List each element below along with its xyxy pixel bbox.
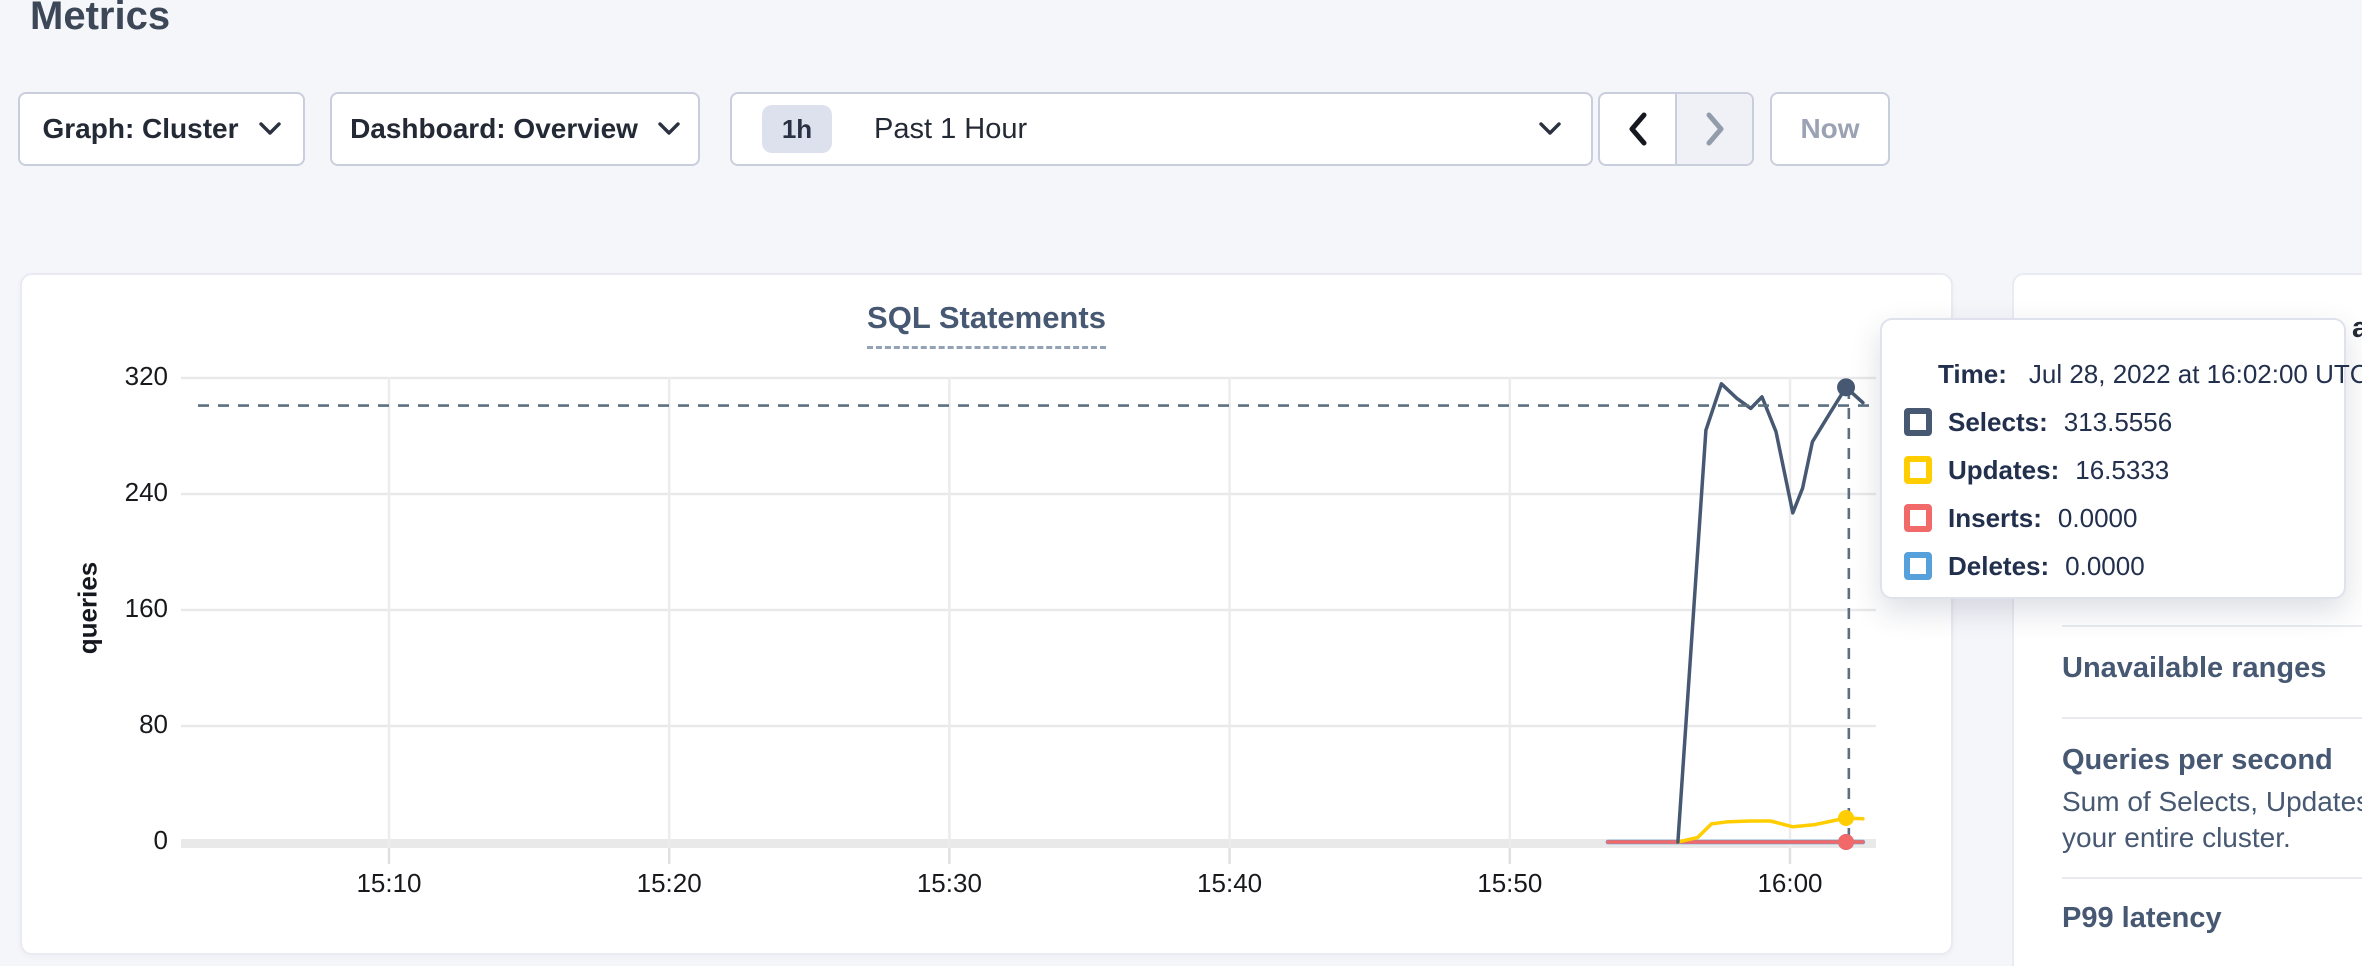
sidebar-item-unavailable-ranges: Unavailable ranges	[2062, 652, 2326, 685]
tooltip-series-value: 313.5556	[2064, 407, 2172, 438]
tooltip-series-value: 0.0000	[2065, 551, 2145, 582]
y-tick-label: 0	[58, 825, 168, 856]
chevron-down-icon	[658, 122, 680, 136]
chevron-down-icon	[259, 122, 281, 136]
graph-dropdown[interactable]: Graph: Cluster	[18, 92, 305, 166]
chevron-right-icon	[1703, 111, 1727, 147]
series-swatch-icon	[1904, 504, 1932, 532]
series-swatch-icon	[1904, 456, 1932, 484]
x-tick-label: 15:10	[319, 868, 459, 899]
tooltip-time-label: Time:	[1938, 359, 2007, 390]
sidebar-item-description: Sum of Selects, Updates, Inser	[2062, 786, 2362, 818]
chevron-left-icon	[1626, 111, 1650, 147]
tooltip-row-updates: Updates: 16.5333	[1904, 446, 2344, 494]
time-pager	[1598, 92, 1754, 166]
tooltip-series-label: Updates:	[1948, 455, 2059, 486]
metrics-page: Metrics Graph: Cluster Dashboard: Overvi…	[0, 0, 2362, 966]
y-tick-label: 320	[58, 361, 168, 392]
page-title: Metrics	[30, 0, 170, 39]
y-tick-label: 160	[58, 593, 168, 624]
x-tick-label: 15:50	[1440, 868, 1580, 899]
x-tick-label: 15:30	[879, 868, 1019, 899]
series-swatch-icon	[1904, 552, 1932, 580]
tooltip-series-value: 0.0000	[2058, 503, 2138, 534]
plot-area[interactable]	[181, 372, 1876, 842]
sidebar-divider	[2062, 625, 2362, 627]
chart-hover-tooltip: Time: Jul 28, 2022 at 16:02:00 UTC Selec…	[1880, 318, 2346, 599]
x-tick-label: 15:20	[599, 868, 739, 899]
y-tick-label: 80	[58, 709, 168, 740]
dashboard-dropdown[interactable]: Dashboard: Overview	[330, 92, 700, 166]
series-swatch-icon	[1904, 408, 1932, 436]
tooltip-series-rows: Selects: 313.5556Updates: 16.5333 Inserts: 0…	[1904, 398, 2344, 590]
tooltip-time-row: Time: Jul 28, 2022 at 16:02:00 UTC	[1938, 350, 2344, 398]
x-tick-label: 16:00	[1720, 868, 1860, 899]
chart-title[interactable]: SQL Statements	[867, 300, 1106, 349]
graph-dropdown-label: Graph: Cluster	[42, 113, 238, 145]
time-range-label: Past 1 Hour	[874, 113, 1027, 146]
time-range-badge: 1h	[762, 105, 832, 153]
sidebar-divider	[2062, 717, 2362, 719]
next-time-button[interactable]	[1675, 94, 1752, 164]
tooltip-series-label: Deletes:	[1948, 551, 2049, 582]
sidebar-item-description: your entire cluster.	[2062, 822, 2291, 854]
tooltip-series-label: Inserts:	[1948, 503, 2042, 534]
chevron-down-icon	[1539, 122, 1561, 136]
sidebar-item-queries-per-second: Queries per second	[2062, 744, 2333, 777]
y-tick-label: 240	[58, 477, 168, 508]
tooltip-series-label: Selects:	[1948, 407, 2048, 438]
tooltip-row-selects: Selects: 313.5556	[1904, 398, 2344, 446]
tooltip-time-value: Jul 28, 2022 at 16:02:00 UTC	[2029, 359, 2362, 390]
clipped-sidebar-text: a	[2352, 312, 2362, 345]
chart-title-wrap: SQL Statements	[20, 300, 1953, 349]
x-tick-label: 15:40	[1160, 868, 1300, 899]
time-range-dropdown[interactable]: 1h Past 1 Hour	[730, 92, 1593, 166]
sidebar-divider	[2062, 877, 2362, 879]
sidebar-item-p99-latency: P99 latency	[2062, 902, 2222, 935]
dashboard-dropdown-label: Dashboard: Overview	[350, 113, 638, 145]
tooltip-row-deletes: Deletes: 0.0000	[1904, 542, 2344, 590]
tooltip-row-inserts: Inserts: 0.0000	[1904, 494, 2344, 542]
tooltip-series-value: 16.5333	[2075, 455, 2169, 486]
prev-time-button[interactable]	[1600, 94, 1675, 164]
now-button[interactable]: Now	[1770, 92, 1890, 166]
